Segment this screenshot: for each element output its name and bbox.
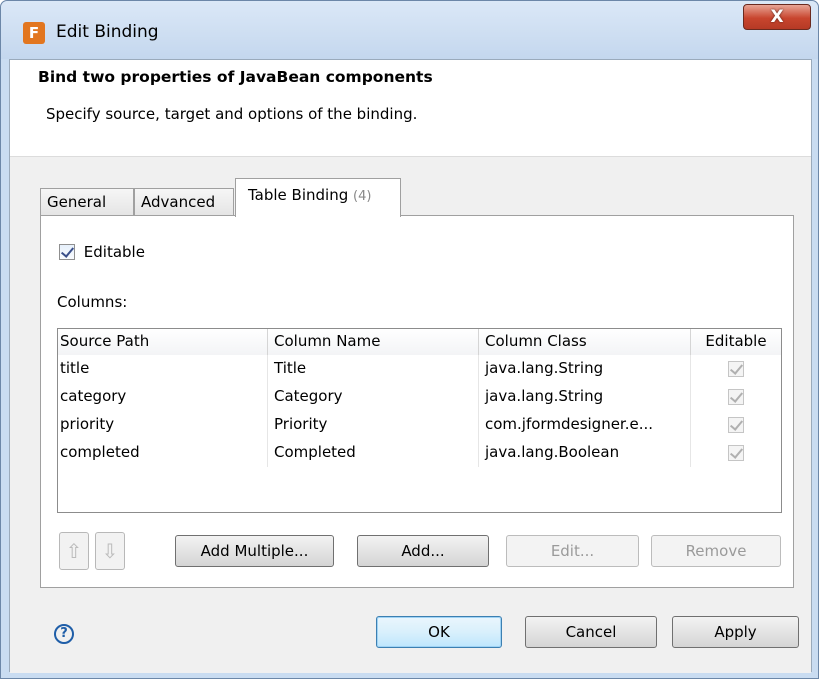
edit-binding-dialog: F Edit Binding X Bind two properties of … xyxy=(0,0,819,679)
tab-table-binding-count: (4) xyxy=(353,189,372,204)
window-title: Edit Binding xyxy=(56,22,159,42)
row-editable-checkbox[interactable] xyxy=(728,360,744,377)
apply-button[interactable]: Apply xyxy=(672,616,799,648)
header-description: Specify source, target and options of th… xyxy=(46,105,418,123)
tab-advanced[interactable]: Advanced xyxy=(134,188,234,216)
table-row[interactable]: priority Priority com.jformdesigner.e... xyxy=(58,411,781,439)
cell-column-name[interactable]: Priority xyxy=(268,411,479,439)
move-up-button[interactable]: ⇧ xyxy=(59,532,89,570)
column-buttons-row: ⇧ ⇩ Add Multiple... Add... Edit... Remov… xyxy=(59,532,781,572)
table-row[interactable]: title Title java.lang.String xyxy=(58,355,781,383)
dialog-client-area: Bind two properties of JavaBean componen… xyxy=(9,59,812,673)
add-multiple-button[interactable]: Add Multiple... xyxy=(175,535,334,567)
columns-label: Columns: xyxy=(57,293,128,311)
cell-editable[interactable] xyxy=(691,411,781,439)
header-title: Bind two properties of JavaBean componen… xyxy=(38,68,433,86)
edit-button[interactable]: Edit... xyxy=(506,535,639,567)
add-button[interactable]: Add... xyxy=(357,535,489,567)
cell-editable[interactable] xyxy=(691,383,781,411)
arrow-up-icon: ⇧ xyxy=(65,539,83,563)
header-source-path[interactable]: Source Path xyxy=(58,329,268,355)
ok-button[interactable]: OK xyxy=(376,616,502,648)
cell-source-path[interactable]: category xyxy=(58,383,268,411)
row-editable-checkbox[interactable] xyxy=(728,416,744,433)
table-row[interactable]: category Category java.lang.String xyxy=(58,383,781,411)
help-icon[interactable]: ? xyxy=(54,624,74,644)
cancel-button[interactable]: Cancel xyxy=(525,616,657,648)
cell-source-path[interactable]: title xyxy=(58,355,268,383)
editable-checkbox-row[interactable]: Editable xyxy=(59,242,145,262)
cell-column-name[interactable]: Completed xyxy=(268,439,479,467)
tab-advanced-label: Advanced xyxy=(141,193,216,211)
table-header: Source Path Column Name Column Class Edi… xyxy=(58,329,781,355)
close-button[interactable]: X xyxy=(743,4,811,30)
arrow-down-icon: ⇩ xyxy=(101,539,119,563)
title-bar[interactable]: F Edit Binding X xyxy=(1,1,818,59)
header-column-name[interactable]: Column Name xyxy=(268,329,479,355)
dialog-header: Bind two properties of JavaBean componen… xyxy=(10,60,811,157)
header-editable[interactable]: Editable xyxy=(691,329,781,355)
remove-button[interactable]: Remove xyxy=(651,535,781,567)
cell-column-name[interactable]: Title xyxy=(268,355,479,383)
tab-bar: General Advanced Table Binding (4) xyxy=(40,178,810,217)
cell-column-class[interactable]: java.lang.String xyxy=(479,383,691,411)
cell-column-name[interactable]: Category xyxy=(268,383,479,411)
cell-column-class[interactable]: com.jformdesigner.e... xyxy=(479,411,691,439)
header-column-class[interactable]: Column Class xyxy=(479,329,691,355)
row-editable-checkbox[interactable] xyxy=(728,444,744,461)
columns-table[interactable]: Source Path Column Name Column Class Edi… xyxy=(57,328,782,513)
tab-table-binding-label: Table Binding xyxy=(248,186,349,204)
cell-editable[interactable] xyxy=(691,355,781,383)
editable-checkbox-label[interactable]: Editable xyxy=(84,243,145,261)
jformdesigner-app-icon: F xyxy=(23,22,45,44)
tab-table-binding[interactable]: Table Binding (4) xyxy=(235,178,401,217)
move-down-button[interactable]: ⇩ xyxy=(95,532,125,570)
cell-source-path[interactable]: priority xyxy=(58,411,268,439)
row-editable-checkbox[interactable] xyxy=(728,388,744,405)
bottom-strip xyxy=(10,664,811,673)
editable-checkbox[interactable] xyxy=(59,243,75,260)
cell-column-class[interactable]: java.lang.String xyxy=(479,355,691,383)
tab-general[interactable]: General xyxy=(40,188,134,216)
cell-source-path[interactable]: completed xyxy=(58,439,268,467)
table-row[interactable]: completed Completed java.lang.Boolean xyxy=(58,439,781,467)
cell-column-class[interactable]: java.lang.Boolean xyxy=(479,439,691,467)
cell-editable[interactable] xyxy=(691,439,781,467)
table-binding-panel: Editable Columns: Source Path Column Nam… xyxy=(40,215,794,588)
tab-general-label: General xyxy=(47,193,107,211)
